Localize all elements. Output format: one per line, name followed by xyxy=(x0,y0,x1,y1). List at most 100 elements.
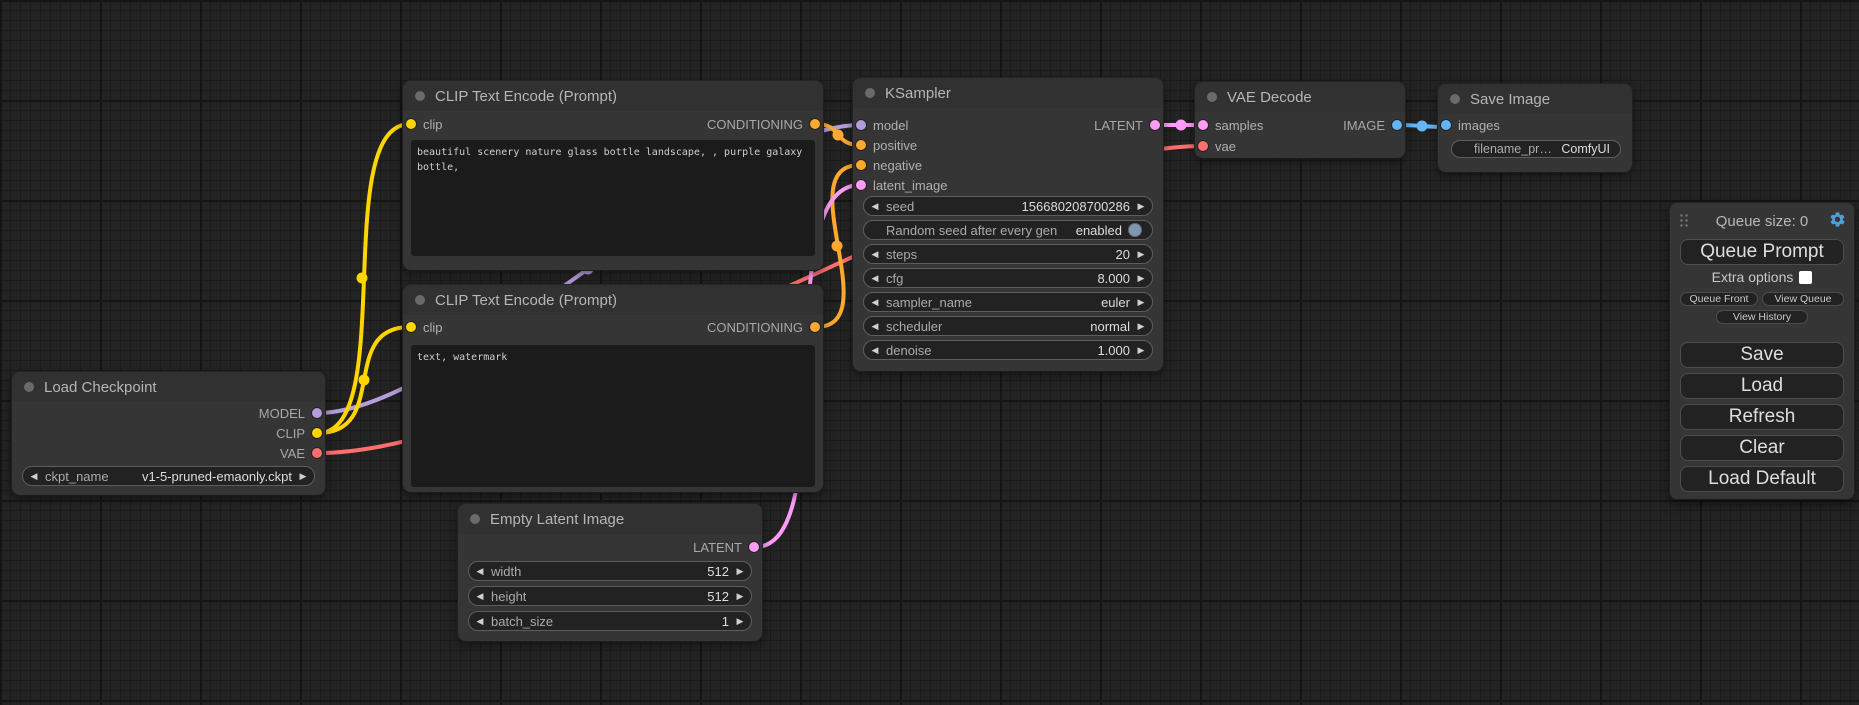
node-title-bar[interactable]: KSampler xyxy=(853,78,1163,108)
node-title-bar[interactable]: VAE Decode xyxy=(1195,82,1405,112)
seed-widget[interactable]: ◀ seed 156680208700286 ▶ xyxy=(863,196,1153,216)
collapse-dot-icon[interactable] xyxy=(865,88,875,98)
arrow-right-icon[interactable]: ▶ xyxy=(292,466,314,486)
vae-port[interactable] xyxy=(1198,141,1208,151)
latent-port[interactable] xyxy=(856,180,866,190)
node-title-bar[interactable]: Empty Latent Image xyxy=(458,504,762,534)
arrow-right-icon[interactable]: ▶ xyxy=(1130,340,1152,360)
settings-gear-icon[interactable] xyxy=(1829,211,1846,228)
arrow-right-icon[interactable]: ▶ xyxy=(729,586,751,606)
ckpt-name-widget[interactable]: ◀ ckpt_name v1-5-pruned-emaonly.ckpt ▶ xyxy=(22,466,315,486)
arrow-left-icon[interactable]: ◀ xyxy=(469,586,491,606)
view-history-button[interactable]: View History xyxy=(1716,310,1808,324)
link-dot[interactable] xyxy=(359,375,370,386)
prompt-textarea[interactable]: text, watermark xyxy=(411,345,815,487)
link-dot[interactable] xyxy=(832,241,843,252)
clip-port[interactable] xyxy=(406,322,416,332)
extra-options-label: Extra options xyxy=(1712,269,1794,285)
collapse-dot-icon[interactable] xyxy=(470,514,480,524)
image-port[interactable] xyxy=(1441,120,1451,130)
queue-prompt-button[interactable]: Queue Prompt xyxy=(1680,239,1844,265)
denoise-widget[interactable]: ◀ denoise 1.000 ▶ xyxy=(863,340,1153,360)
widget-label: sampler_name xyxy=(886,295,972,310)
batch-size-widget[interactable]: ◀ batch_size 1 ▶ xyxy=(468,611,752,631)
arrow-right-icon[interactable]: ▶ xyxy=(1130,268,1152,288)
conditioning-port[interactable] xyxy=(810,322,820,332)
widget-value: 1 xyxy=(716,614,729,629)
arrow-right-icon[interactable]: ▶ xyxy=(1130,196,1152,216)
steps-widget[interactable]: ◀ steps 20 ▶ xyxy=(863,244,1153,264)
load-button[interactable]: Load xyxy=(1680,373,1844,399)
conditioning-port[interactable] xyxy=(856,160,866,170)
link-dot[interactable] xyxy=(1417,121,1428,132)
load-default-button[interactable]: Load Default xyxy=(1680,466,1844,492)
latent-port[interactable] xyxy=(1198,120,1208,130)
clip-port[interactable] xyxy=(406,119,416,129)
collapse-dot-icon[interactable] xyxy=(1450,94,1460,104)
node-title-bar[interactable]: Load Checkpoint xyxy=(12,372,325,402)
image-port[interactable] xyxy=(1392,120,1402,130)
refresh-button[interactable]: Refresh xyxy=(1680,404,1844,430)
width-widget[interactable]: ◀ width 512 ▶ xyxy=(468,561,752,581)
link-dot[interactable] xyxy=(357,273,368,284)
view-queue-button[interactable]: View Queue xyxy=(1762,292,1844,306)
queue-panel: Queue size: 0 Queue Prompt Extra options… xyxy=(1670,203,1854,499)
latent-port[interactable] xyxy=(749,542,759,552)
collapse-dot-icon[interactable] xyxy=(415,91,425,101)
node-title-bar[interactable]: CLIP Text Encode (Prompt) xyxy=(403,81,823,111)
model-port[interactable] xyxy=(856,120,866,130)
height-widget[interactable]: ◀ height 512 ▶ xyxy=(468,586,752,606)
slot-label: clip xyxy=(423,320,443,335)
cfg-widget[interactable]: ◀ cfg 8.000 ▶ xyxy=(863,268,1153,288)
sampler-name-widget[interactable]: ◀ sampler_name euler ▶ xyxy=(863,292,1153,312)
input-slot-latent-image: latent_image xyxy=(856,175,947,195)
input-slot-images: images xyxy=(1441,115,1500,135)
arrow-left-icon[interactable]: ◀ xyxy=(864,316,886,336)
slot-label: LATENT xyxy=(693,540,742,555)
clear-button[interactable]: Clear xyxy=(1680,435,1844,461)
arrow-left-icon[interactable]: ◀ xyxy=(864,268,886,288)
extra-options-checkbox[interactable] xyxy=(1799,271,1812,284)
collapse-dot-icon[interactable] xyxy=(415,295,425,305)
output-slot-image: IMAGE xyxy=(1343,115,1402,135)
arrow-right-icon[interactable]: ▶ xyxy=(1130,316,1152,336)
arrow-right-icon[interactable]: ▶ xyxy=(729,611,751,631)
vae-port[interactable] xyxy=(312,448,322,458)
arrow-right-icon[interactable]: ▶ xyxy=(1130,244,1152,264)
save-button[interactable]: Save xyxy=(1680,342,1844,368)
arrow-right-icon[interactable]: ▶ xyxy=(729,561,751,581)
prompt-textarea[interactable]: beautiful scenery nature glass bottle la… xyxy=(411,140,815,256)
collapse-dot-icon[interactable] xyxy=(24,382,34,392)
random-seed-widget[interactable]: Random seed after every gen enabled xyxy=(863,220,1153,240)
node-title-bar[interactable]: Save Image xyxy=(1438,84,1632,114)
clip-port[interactable] xyxy=(312,428,322,438)
queue-front-button[interactable]: Queue Front xyxy=(1680,292,1758,306)
output-slot-conditioning: CONDITIONING xyxy=(707,317,820,337)
arrow-left-icon[interactable]: ◀ xyxy=(469,611,491,631)
model-port[interactable] xyxy=(312,408,322,418)
widget-label: denoise xyxy=(886,343,932,358)
widget-label: seed xyxy=(886,199,914,214)
conditioning-port[interactable] xyxy=(810,119,820,129)
link-dot[interactable] xyxy=(833,130,844,141)
collapse-dot-icon[interactable] xyxy=(1207,92,1217,102)
arrow-left-icon[interactable]: ◀ xyxy=(864,244,886,264)
arrow-left-icon[interactable]: ◀ xyxy=(23,466,45,486)
filename-prefix-widget[interactable]: filename_prefix ComfyUI xyxy=(1451,140,1621,158)
arrow-left-icon[interactable]: ◀ xyxy=(469,561,491,581)
arrow-left-icon[interactable]: ◀ xyxy=(864,196,886,216)
conditioning-port[interactable] xyxy=(856,140,866,150)
widget-label: steps xyxy=(886,247,917,262)
node-vae-decode: VAE Decode samples IMAGE vae xyxy=(1195,82,1405,158)
arrow-left-icon[interactable]: ◀ xyxy=(864,292,886,312)
latent-port[interactable] xyxy=(1150,120,1160,130)
scheduler-widget[interactable]: ◀ scheduler normal ▶ xyxy=(863,316,1153,336)
widget-value: normal xyxy=(1084,319,1130,334)
arrow-right-icon[interactable]: ▶ xyxy=(1130,292,1152,312)
arrow-left-icon[interactable]: ◀ xyxy=(864,340,886,360)
widget-value: 512 xyxy=(701,564,729,579)
link-dot[interactable] xyxy=(1176,120,1187,131)
toggle-dot[interactable] xyxy=(1128,223,1142,237)
node-title-bar[interactable]: CLIP Text Encode (Prompt) xyxy=(403,285,823,315)
slot-label: IMAGE xyxy=(1343,118,1385,133)
